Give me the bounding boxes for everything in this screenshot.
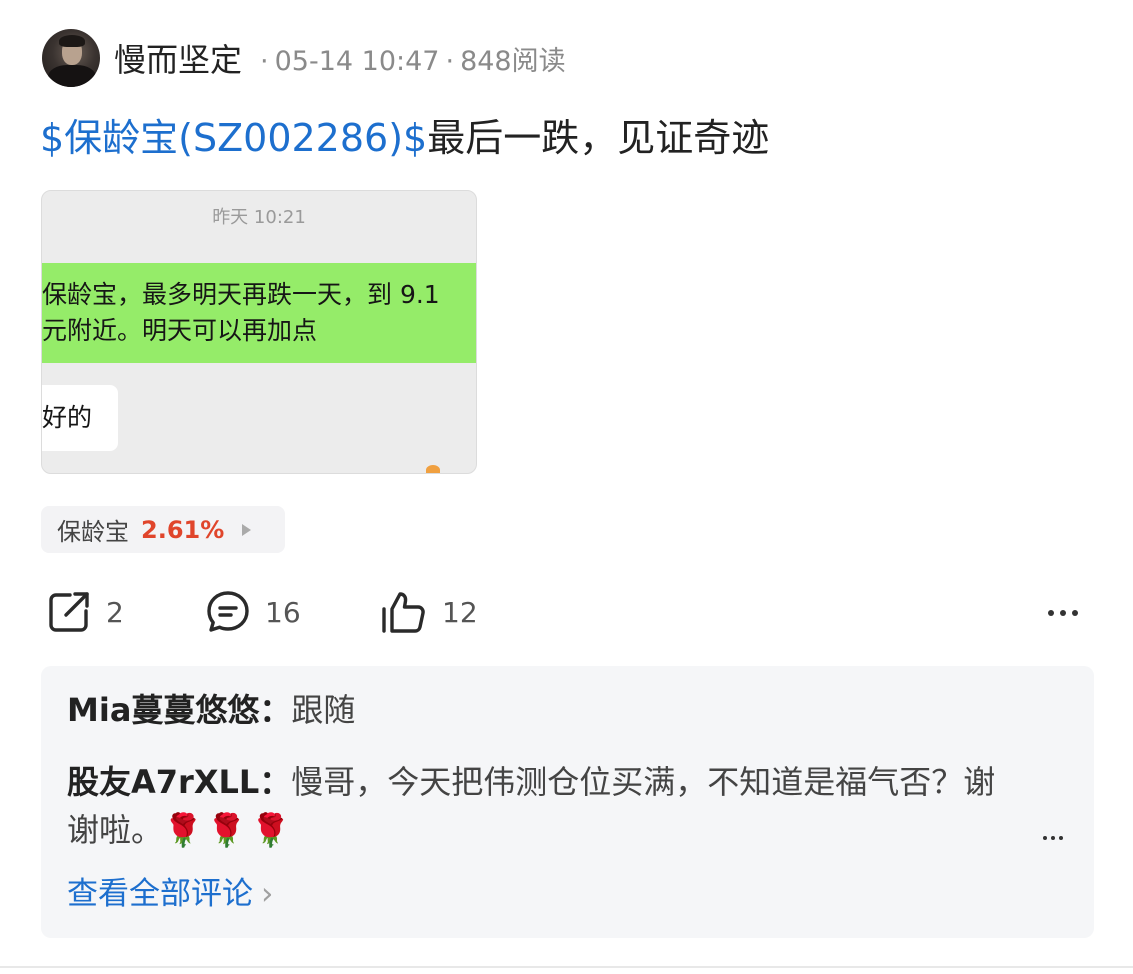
share-count: 2 bbox=[106, 595, 124, 629]
comment-button[interactable]: 16 bbox=[205, 584, 301, 640]
stock-name: 保龄宝 bbox=[57, 518, 129, 546]
post-meta: · 05-14 10:47 · 848阅读 bbox=[260, 45, 566, 77]
post-image[interactable]: 昨天 10:21 保龄宝，最多明天再跌一天，到 9.1 元附近。明天可以再加点 … bbox=[41, 190, 477, 474]
view-all-label: 查看全部评论 bbox=[67, 876, 253, 912]
post-title: $保龄宝(SZ002286)$最后一跌，见证奇迹 bbox=[40, 112, 769, 164]
comments-section: Mia蔓蔓悠悠：跟随 股友A7rXLL：慢哥，今天把伟测仓位买满，不知道是福气否… bbox=[41, 666, 1094, 938]
comment-more-icon[interactable] bbox=[1043, 836, 1063, 840]
post-header: 慢而坚定 · 05-14 10:47 · 848阅读 bbox=[42, 28, 566, 88]
chat-partial-icon bbox=[426, 465, 440, 473]
share-icon bbox=[46, 589, 92, 635]
chevron-right-icon bbox=[242, 523, 252, 536]
comment-item[interactable]: 股友A7rXLL：慢哥，今天把伟测仓位买满，不知道是福气否？谢谢啦。🌹🌹🌹 bbox=[67, 758, 997, 854]
comment-username[interactable]: 股友A7rXLL： bbox=[67, 763, 291, 801]
post-title-text: 最后一跌，见证奇迹 bbox=[427, 116, 770, 160]
like-button[interactable]: 12 bbox=[380, 584, 478, 640]
divider bbox=[0, 966, 1133, 968]
chat-reply-bubble: 好的 bbox=[42, 385, 118, 451]
stock-change: 2.61% bbox=[141, 515, 225, 544]
author-name[interactable]: 慢而坚定 bbox=[114, 35, 242, 81]
chevron-right-icon: › bbox=[261, 876, 274, 912]
comment-username[interactable]: Mia蔓蔓悠悠： bbox=[67, 691, 291, 729]
like-count: 12 bbox=[442, 595, 478, 629]
author-avatar[interactable] bbox=[42, 29, 100, 87]
stock-link[interactable]: $保龄宝(SZ002286)$ bbox=[40, 116, 427, 160]
chat-message-line1: 保龄宝，最多明天再跌一天，到 9.1 bbox=[42, 280, 440, 309]
more-options-icon[interactable] bbox=[1048, 610, 1078, 616]
share-button[interactable]: 2 bbox=[46, 584, 124, 640]
comment-text: 跟随 bbox=[291, 691, 356, 729]
post-time: 05-14 10:47 bbox=[274, 45, 440, 77]
comment-count: 16 bbox=[265, 595, 301, 629]
chat-message-bubble: 保龄宝，最多明天再跌一天，到 9.1 元附近。明天可以再加点 bbox=[42, 263, 476, 363]
view-all-comments-link[interactable]: 查看全部评论 › bbox=[67, 870, 273, 918]
stock-quote-tag[interactable]: 保龄宝 2.61% bbox=[41, 506, 285, 553]
comment-icon bbox=[205, 589, 251, 635]
action-bar: 2 16 12 bbox=[0, 584, 1133, 640]
rose-emoji: 🌹🌹🌹 bbox=[163, 811, 295, 849]
read-count: 848阅读 bbox=[460, 45, 566, 77]
thumbs-up-icon bbox=[380, 589, 428, 635]
chat-timestamp: 昨天 10:21 bbox=[212, 207, 306, 228]
chat-message-line2: 元附近。明天可以再加点 bbox=[42, 316, 318, 345]
comment-item[interactable]: Mia蔓蔓悠悠：跟随 bbox=[67, 686, 355, 734]
